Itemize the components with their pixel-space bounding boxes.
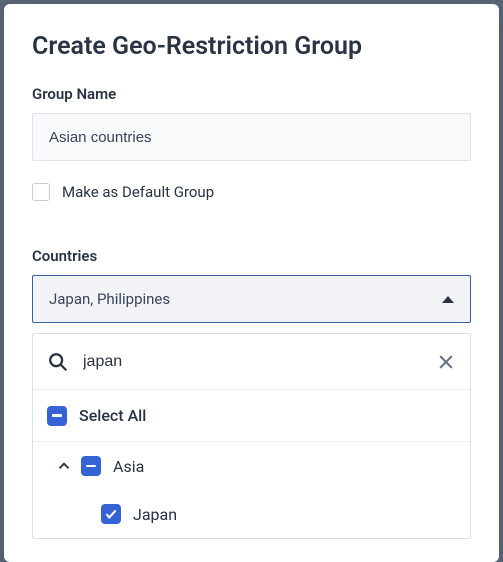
region-checkbox-indeterminate[interactable] — [81, 456, 101, 476]
country-row-japan[interactable]: Japan — [33, 490, 470, 538]
select-all-row[interactable]: Select All — [33, 390, 470, 442]
check-icon — [104, 507, 118, 521]
countries-label: Countries — [32, 247, 471, 265]
chevron-up-icon[interactable] — [55, 457, 73, 475]
clear-icon[interactable] — [436, 352, 456, 372]
countries-selected-value: Japan, Philippines — [49, 290, 170, 308]
countries-dropdown: Select All Asia Japan — [32, 333, 471, 539]
search-icon — [47, 351, 69, 373]
group-name-label: Group Name — [32, 85, 471, 103]
indeterminate-icon — [86, 465, 96, 468]
countries-select[interactable]: Japan, Philippines — [32, 275, 471, 323]
region-row-asia[interactable]: Asia — [33, 442, 470, 490]
dialog-title: Create Geo-Restriction Group — [32, 32, 471, 61]
dropdown-search-row — [33, 334, 470, 390]
group-name-input[interactable] — [32, 113, 471, 161]
default-group-label: Make as Default Group — [62, 183, 214, 201]
select-all-label: Select All — [79, 406, 146, 425]
country-label: Japan — [133, 505, 177, 524]
default-group-checkbox[interactable] — [32, 183, 50, 201]
indeterminate-icon — [52, 414, 62, 417]
default-group-checkbox-row[interactable]: Make as Default Group — [32, 183, 471, 201]
select-all-checkbox-indeterminate[interactable] — [47, 406, 67, 426]
dropdown-search-input[interactable] — [83, 353, 436, 371]
region-label: Asia — [113, 457, 144, 476]
caret-up-icon — [442, 296, 454, 303]
country-checkbox-checked[interactable] — [101, 504, 121, 524]
create-geo-restriction-dialog: Create Geo-Restriction Group Group Name … — [4, 4, 499, 562]
